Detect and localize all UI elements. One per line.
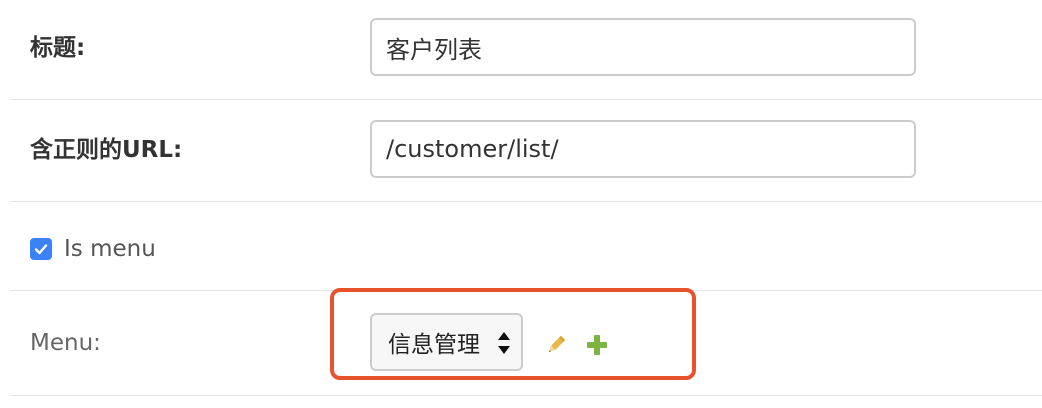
form-row-url: 含正则的URL: (10, 100, 1042, 202)
menu-label: Menu: (30, 330, 101, 356)
is-menu-checkbox[interactable] (30, 238, 52, 260)
is-menu-control[interactable]: Is menu (30, 234, 156, 264)
select-arrows-icon (498, 332, 510, 354)
url-label: 含正则的URL: (30, 137, 183, 163)
form-row-title: 标题: (10, 0, 1042, 100)
menu-select-value: 信息管理 (388, 332, 480, 358)
is-menu-label: Is menu (64, 236, 156, 262)
url-input[interactable] (370, 120, 916, 178)
form-row-is-menu: Is menu (10, 202, 1042, 291)
pencil-icon[interactable] (544, 333, 568, 357)
checkmark-icon (34, 244, 48, 255)
title-input[interactable] (370, 18, 916, 76)
title-label: 标题: (30, 35, 86, 61)
menu-select[interactable]: 信息管理 (370, 313, 523, 371)
plus-icon[interactable] (586, 334, 608, 356)
